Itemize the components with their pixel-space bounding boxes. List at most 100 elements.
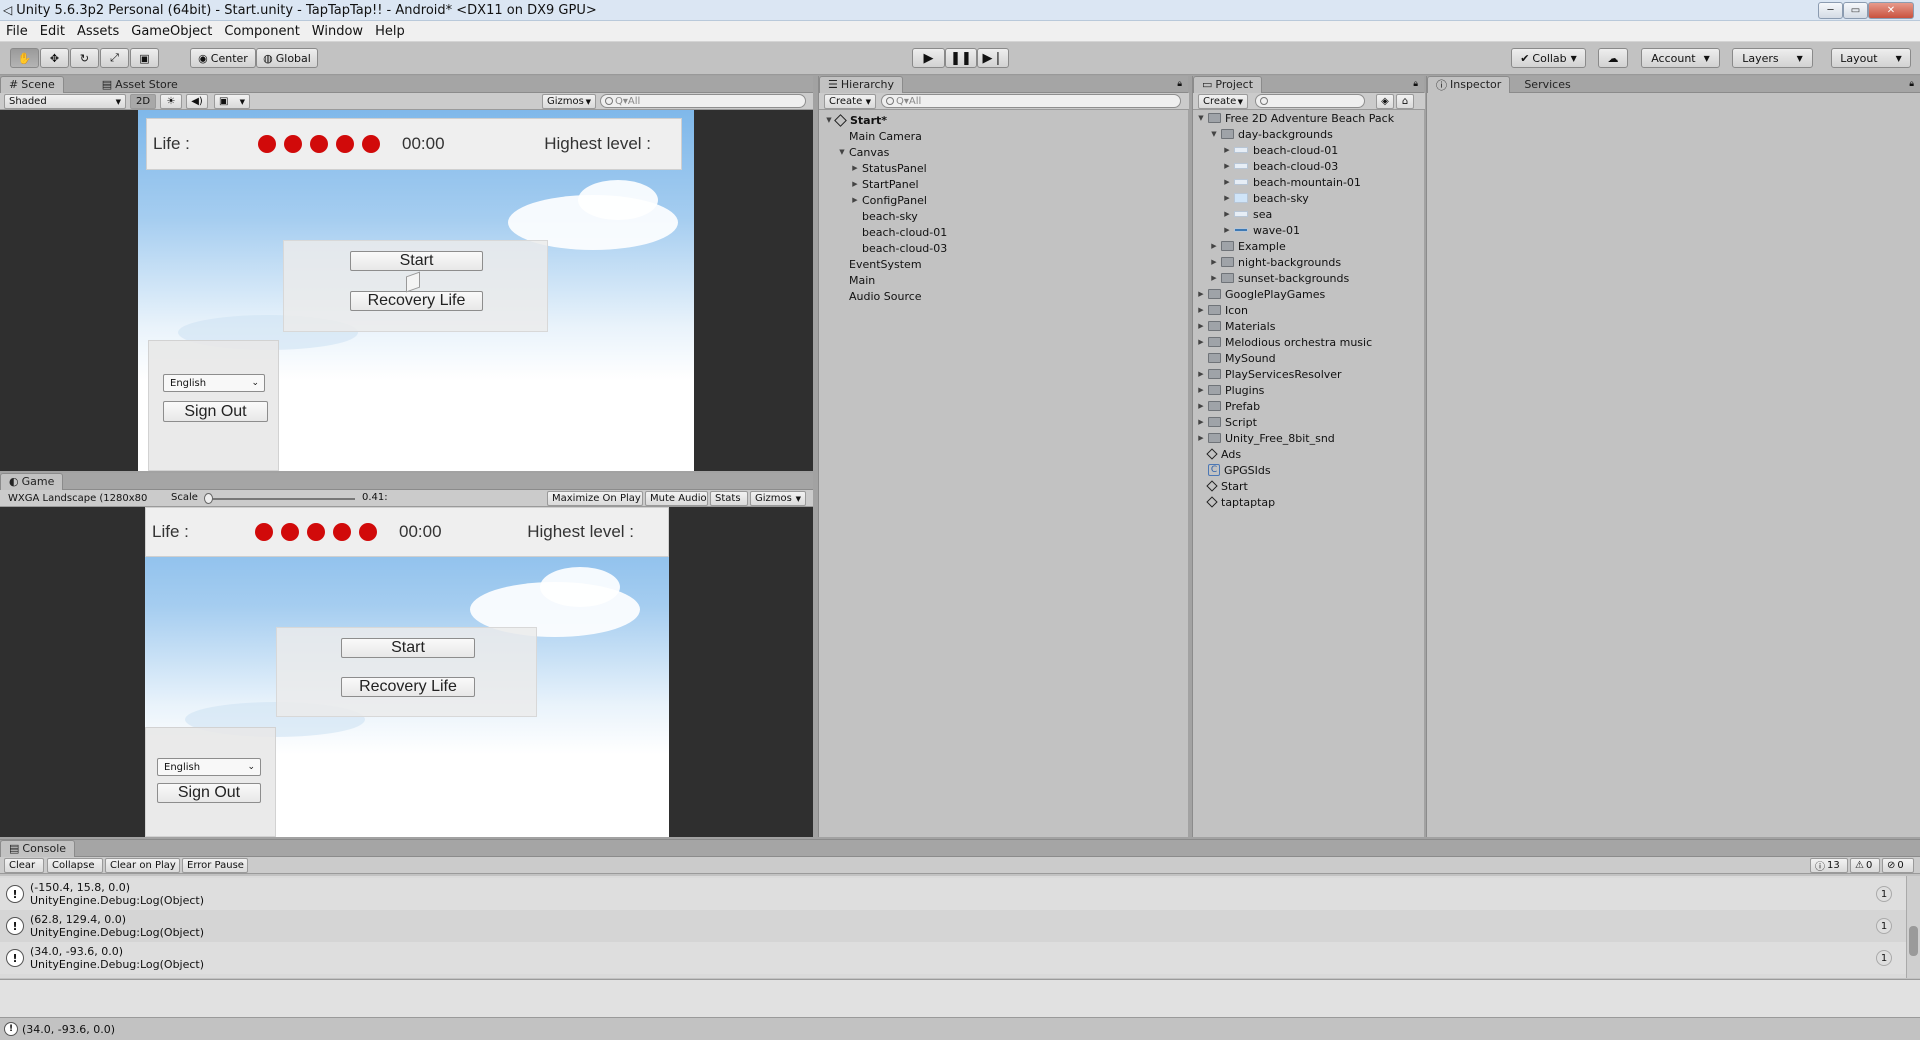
- step-button[interactable]: ▶❘: [977, 48, 1009, 68]
- lock-icon[interactable]: 🔒︎: [1413, 79, 1418, 89]
- expand-arrow-icon[interactable]: ▶: [1223, 146, 1231, 154]
- maximize-on-play-toggle[interactable]: Maximize On Play: [547, 491, 643, 506]
- hierarchy-search-input[interactable]: Q▾All: [881, 94, 1181, 108]
- expand-arrow-icon[interactable]: ▶: [851, 180, 859, 188]
- scene-lighting-button[interactable]: ☀: [160, 94, 182, 109]
- expand-arrow-icon[interactable]: ▶: [1197, 402, 1205, 410]
- pivot-global-toggle[interactable]: ◍ Global: [256, 48, 318, 68]
- language-dropdown[interactable]: English ⌄: [163, 374, 265, 392]
- scale-tool-icon[interactable]: ⤢: [100, 48, 129, 68]
- close-window-button[interactable]: ✕: [1868, 2, 1914, 19]
- project-search-input[interactable]: [1255, 94, 1365, 108]
- expand-arrow-icon[interactable]: ▶: [1210, 258, 1218, 266]
- project-item[interactable]: C GPGSIds: [1197, 462, 1271, 478]
- expand-arrow-icon[interactable]: ▼: [1197, 114, 1205, 122]
- console-collapse-toggle[interactable]: Collapse: [47, 858, 103, 873]
- scene-audio-button[interactable]: ◀): [186, 94, 208, 109]
- play-button[interactable]: ▶: [912, 48, 945, 68]
- hierarchy-item[interactable]: EventSystem: [838, 256, 922, 272]
- tab-services[interactable]: Services: [1516, 76, 1578, 93]
- project-item[interactable]: ▶ PlayServicesResolver: [1197, 366, 1341, 382]
- layers-dropdown[interactable]: Layers ▼: [1732, 48, 1813, 68]
- expand-arrow-icon[interactable]: ▶: [1197, 370, 1205, 378]
- game-start-button[interactable]: Start: [341, 638, 475, 658]
- game-sign-out-button[interactable]: Sign Out: [157, 783, 261, 803]
- expand-arrow-icon[interactable]: ▶: [1197, 322, 1205, 330]
- expand-arrow-icon[interactable]: ▶: [1223, 162, 1231, 170]
- tab-game[interactable]: ◐ Game: [0, 472, 64, 490]
- scale-slider-handle[interactable]: [204, 493, 213, 504]
- project-item[interactable]: ▶ beach-sky: [1223, 190, 1308, 206]
- hierarchy-item[interactable]: ▼ Start*: [825, 112, 887, 128]
- project-item[interactable]: ▶ beach-cloud-01: [1223, 142, 1338, 158]
- scene-gizmos-dropdown[interactable]: Gizmos ▼: [542, 94, 596, 109]
- expand-arrow-icon[interactable]: ▶: [1197, 290, 1205, 298]
- expand-arrow-icon[interactable]: ▶: [1197, 418, 1205, 426]
- expand-arrow-icon[interactable]: ▶: [1197, 386, 1205, 394]
- tab-scene[interactable]: # Scene: [0, 75, 64, 93]
- tab-inspector[interactable]: ⓘ Inspector: [1427, 75, 1511, 93]
- menu-assets[interactable]: Assets: [77, 24, 119, 39]
- project-item[interactable]: ▶ Unity_Free_8bit_snd: [1197, 430, 1334, 446]
- pause-button[interactable]: ❚❚: [945, 48, 977, 68]
- tab-project[interactable]: ▭ Project: [1193, 75, 1263, 93]
- hierarchy-item[interactable]: ▶ ConfigPanel: [851, 192, 927, 208]
- cloud-button[interactable]: ☁: [1598, 48, 1628, 68]
- maximize-button[interactable]: ▭: [1843, 2, 1868, 19]
- error-count-toggle[interactable]: ⊘ 0: [1882, 858, 1914, 873]
- project-item[interactable]: ▶ Melodious orchestra music: [1197, 334, 1372, 350]
- layout-dropdown[interactable]: Layout ▼: [1831, 48, 1911, 68]
- project-item[interactable]: ▶ sunset-backgrounds: [1210, 270, 1349, 286]
- account-dropdown[interactable]: Account ▼: [1641, 48, 1720, 68]
- expand-arrow-icon[interactable]: ▶: [1197, 434, 1205, 442]
- rect-tool-icon[interactable]: ▣: [130, 48, 159, 68]
- tab-console[interactable]: ▤ Console: [0, 839, 76, 857]
- pivot-center-toggle[interactable]: ◉ Center: [190, 48, 256, 68]
- scene-viewport[interactable]: Life : 00:00 Highest level : Start Recov…: [0, 110, 813, 471]
- console-error-pause-toggle[interactable]: Error Pause: [182, 858, 248, 873]
- hierarchy-item[interactable]: ▼ Canvas: [838, 144, 889, 160]
- menu-window[interactable]: Window: [312, 24, 363, 39]
- game-language-dropdown[interactable]: English ⌄: [157, 758, 261, 776]
- tab-hierarchy[interactable]: ☰ Hierarchy: [819, 75, 904, 93]
- expand-arrow-icon[interactable]: ▶: [1197, 306, 1205, 314]
- info-count-toggle[interactable]: ⓘ 13: [1810, 858, 1848, 873]
- console-scrollbar[interactable]: [1906, 876, 1920, 978]
- hierarchy-item[interactable]: Main Camera: [838, 128, 922, 144]
- scene-effects-dropdown[interactable]: ▣ ▼: [214, 94, 250, 109]
- menu-edit[interactable]: Edit: [40, 24, 65, 39]
- hierarchy-item[interactable]: Audio Source: [838, 288, 922, 304]
- project-item[interactable]: ▶ Icon: [1197, 302, 1248, 318]
- project-item[interactable]: ▶ GooglePlayGames: [1197, 286, 1325, 302]
- expand-arrow-icon[interactable]: ▶: [1197, 338, 1205, 346]
- project-item[interactable]: MySound: [1197, 350, 1276, 366]
- shading-mode-dropdown[interactable]: Shaded ▼: [4, 94, 126, 109]
- lock-icon[interactable]: 🔒︎: [1909, 79, 1914, 89]
- console-clear-button[interactable]: Clear: [4, 858, 44, 873]
- rotate-tool-icon[interactable]: ↻: [70, 48, 99, 68]
- project-item[interactable]: ▶ sea: [1223, 206, 1272, 222]
- expand-arrow-icon[interactable]: ▼: [1210, 130, 1218, 138]
- project-item[interactable]: ▼ Free 2D Adventure Beach Pack: [1197, 110, 1394, 126]
- expand-arrow-icon[interactable]: ▶: [1223, 210, 1231, 218]
- log-entry[interactable]: ! (34.0, -93.6, 0.0) UnityEngine.Debug:Lo…: [0, 942, 1906, 974]
- recovery-life-button[interactable]: Recovery Life: [350, 291, 483, 311]
- expand-arrow-icon[interactable]: ▶: [1210, 274, 1218, 282]
- expand-arrow-icon[interactable]: ▶: [851, 196, 859, 204]
- expand-arrow-icon[interactable]: ▶: [1210, 242, 1218, 250]
- project-item[interactable]: Ads: [1197, 446, 1241, 462]
- warning-count-toggle[interactable]: ⚠ 0: [1850, 858, 1880, 873]
- move-tool-icon[interactable]: ✥: [40, 48, 69, 68]
- stats-toggle[interactable]: Stats: [710, 491, 748, 506]
- scale-slider-track[interactable]: [205, 498, 355, 500]
- project-item[interactable]: ▶ beach-mountain-01: [1223, 174, 1361, 190]
- game-viewport[interactable]: Life : 00:00 Highest level : Start Recov…: [0, 507, 813, 837]
- project-item[interactable]: ▶ Script: [1197, 414, 1257, 430]
- project-create-dropdown[interactable]: Create ▼: [1198, 94, 1248, 109]
- console-clear-on-play-toggle[interactable]: Clear on Play: [105, 858, 180, 873]
- sign-out-button[interactable]: Sign Out: [163, 401, 268, 422]
- game-gizmos-dropdown[interactable]: Gizmos ▼: [750, 491, 806, 506]
- project-item[interactable]: ▶ Example: [1210, 238, 1285, 254]
- expand-arrow-icon[interactable]: ▼: [825, 116, 833, 124]
- log-entry[interactable]: ! (62.8, 129.4, 0.0) UnityEngine.Debug:Lo…: [0, 910, 1906, 942]
